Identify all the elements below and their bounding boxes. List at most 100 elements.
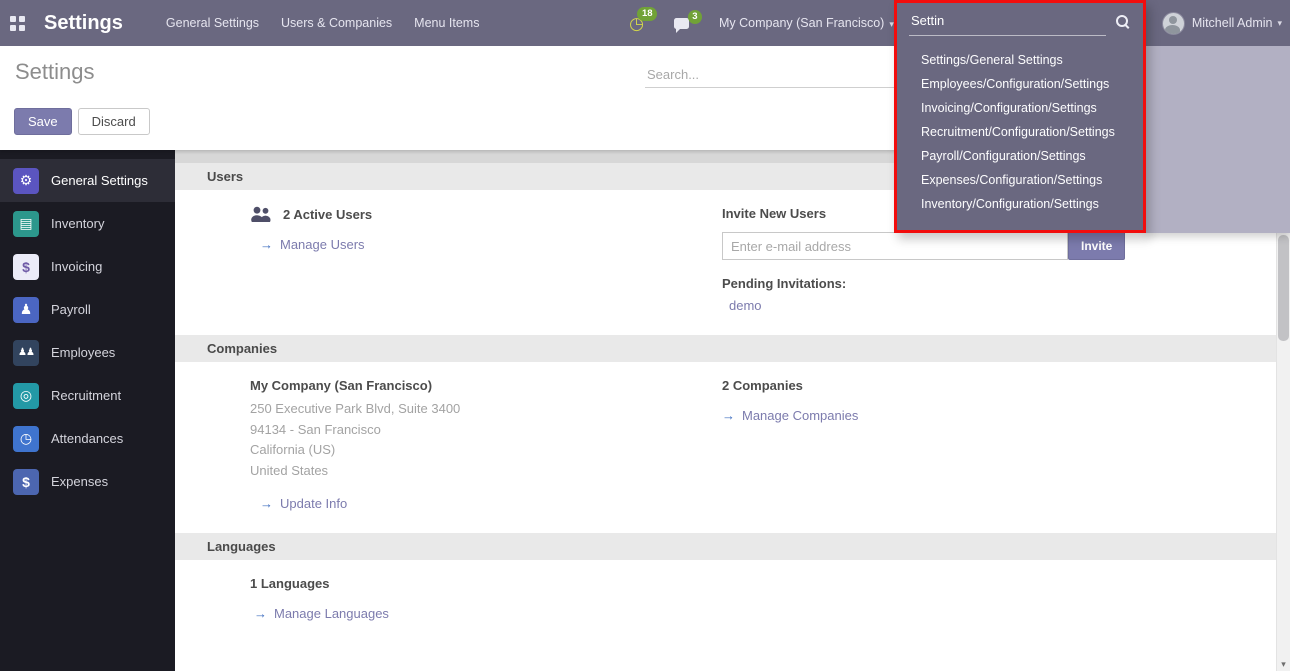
sidebar-item-employees[interactable]: ♟♟ Employees [0, 331, 175, 374]
apps-grid-square [19, 16, 25, 22]
odoo-settings-screen: Settings General Settings Users & Compan… [0, 0, 1290, 671]
sidebar-item-label: Employees [51, 345, 115, 360]
scrollbar-thumb[interactable] [1278, 235, 1289, 341]
search-result-item[interactable]: Inventory/Configuration/Settings [897, 192, 1143, 216]
arrow-right-icon: → [254, 606, 267, 621]
nav-item-users-companies[interactable]: Users & Companies [270, 10, 403, 36]
employees-group-icon: ♟♟ [13, 340, 39, 366]
activity-count-badge: 18 [637, 7, 657, 21]
arrow-right-icon: → [260, 237, 273, 252]
sidebar-item-recruitment[interactable]: ◎ Recruitment [0, 374, 175, 417]
sidebar-item-label: Attendances [51, 431, 123, 446]
address-line: United States [250, 461, 722, 482]
companies-count-block: 2 Companies → Manage Companies [722, 378, 1237, 511]
sidebar-item-label: Inventory [51, 216, 104, 231]
sidebar-item-attendances[interactable]: ◷ Attendances [0, 417, 175, 460]
company-switcher-label: My Company (San Francisco) [719, 16, 884, 30]
discard-button[interactable]: Discard [78, 108, 150, 135]
manage-languages-label: Manage Languages [274, 606, 389, 621]
menu-search-input[interactable] [909, 11, 1106, 36]
search-result-item[interactable]: Invoicing/Configuration/Settings [897, 96, 1143, 120]
sidebar-item-label: Payroll [51, 302, 91, 317]
apps-grid-square [10, 25, 16, 31]
message-count-badge: 3 [688, 10, 702, 24]
settings-sidebar: ⚙ General Settings ▤ Inventory $ Invoici… [0, 150, 175, 671]
menu-search-results: Settings/General Settings Employees/Conf… [897, 48, 1143, 216]
nav-item-general-settings[interactable]: General Settings [155, 10, 270, 36]
user-menu[interactable]: Mitchell Admin ▾ [1162, 12, 1282, 35]
company-address: 250 Executive Park Blvd, Suite 3400 9413… [250, 399, 722, 481]
payroll-person-icon: ♟ [13, 297, 39, 323]
chevron-down-icon: ▾ [1277, 18, 1282, 29]
save-button[interactable]: Save [14, 108, 72, 135]
sidebar-item-general-settings[interactable]: ⚙ General Settings [0, 159, 175, 202]
companies-section: Companies My Company (San Francisco) 250… [175, 335, 1277, 533]
address-line: California (US) [250, 440, 722, 461]
search-result-item[interactable]: Recruitment/Configuration/Settings [897, 120, 1143, 144]
sidebar-item-label: Invoicing [51, 259, 102, 274]
update-info-label: Update Info [280, 496, 347, 511]
company-switcher[interactable]: My Company (San Francisco)▾ [719, 16, 894, 30]
manage-users-link[interactable]: → Manage Users [250, 237, 365, 252]
menu-search-row [897, 3, 1143, 36]
company-info-block: My Company (San Francisco) 250 Executive… [250, 378, 722, 511]
sidebar-item-label: General Settings [51, 173, 148, 188]
page-title: Settings [15, 59, 95, 85]
chat-bubble-icon [674, 18, 689, 29]
recruitment-magnifier-icon: ◎ [13, 383, 39, 409]
user-name-label: Mitchell Admin [1192, 16, 1273, 30]
apps-grid-square [19, 25, 25, 31]
avatar [1162, 12, 1185, 35]
open-dropdown-panel [1146, 46, 1290, 233]
sidebar-item-inventory[interactable]: ▤ Inventory [0, 202, 175, 245]
sidebar-item-label: Expenses [51, 474, 108, 489]
languages-block: 1 Languages → Manage Languages [250, 576, 722, 621]
invite-email-input[interactable] [722, 232, 1068, 260]
companies-count: 2 Companies [722, 378, 1237, 393]
navbar-menu: General Settings Users & Companies Menu … [155, 10, 491, 36]
search-result-item[interactable]: Employees/Configuration/Settings [897, 72, 1143, 96]
address-line: 250 Executive Park Blvd, Suite 3400 [250, 399, 722, 420]
active-users-count: 2 Active Users [283, 207, 372, 222]
invoice-dollar-icon: $ [13, 254, 39, 280]
search-result-item[interactable]: Payroll/Configuration/Settings [897, 144, 1143, 168]
pending-user-demo-link[interactable]: demo [722, 298, 762, 313]
manage-companies-link[interactable]: → Manage Companies [722, 408, 858, 423]
control-panel-buttons: Save Discard [14, 108, 150, 135]
sidebar-item-payroll[interactable]: ♟ Payroll [0, 288, 175, 331]
app-title[interactable]: Settings [44, 12, 123, 35]
sidebar-item-invoicing[interactable]: $ Invoicing [0, 245, 175, 288]
arrow-right-icon: → [260, 496, 273, 511]
invite-button[interactable]: Invite [1068, 231, 1125, 260]
search-result-item[interactable]: Expenses/Configuration/Settings [897, 168, 1143, 192]
languages-section: Languages 1 Languages → Manage Languages [175, 533, 1277, 643]
expense-dollar-icon: $ [13, 469, 39, 495]
inventory-box-icon: ▤ [13, 211, 39, 237]
sidebar-item-expenses[interactable]: $ Expenses [0, 460, 175, 503]
attendance-clock-icon: ◷ [13, 426, 39, 452]
manage-languages-link[interactable]: → Manage Languages [250, 606, 389, 621]
search-result-item[interactable]: Settings/General Settings [897, 48, 1143, 72]
arrow-right-icon: → [722, 408, 735, 423]
activity-menu-button[interactable]: ◷ 18 [629, 15, 644, 32]
company-name: My Company (San Francisco) [250, 378, 722, 393]
users-group-icon [250, 206, 273, 222]
update-info-link[interactable]: → Update Info [250, 496, 347, 511]
search-icon [1116, 15, 1128, 27]
sidebar-item-label: Recruitment [51, 388, 121, 403]
nav-item-menu-items[interactable]: Menu Items [403, 10, 490, 36]
companies-section-title: Companies [175, 335, 1277, 362]
apps-menu-icon[interactable] [10, 16, 25, 31]
active-users-block: 2 Active Users → Manage Users [250, 206, 722, 313]
languages-section-title: Languages [175, 533, 1277, 560]
address-line: 94134 - San Francisco [250, 420, 722, 441]
manage-companies-label: Manage Companies [742, 408, 858, 423]
gear-icon: ⚙ [13, 168, 39, 194]
menu-search-dropdown: Settings/General Settings Employees/Conf… [894, 0, 1146, 233]
pending-invitations-label: Pending Invitations: [722, 276, 1237, 291]
apps-grid-square [10, 16, 16, 22]
languages-count: 1 Languages [250, 576, 722, 591]
manage-users-label: Manage Users [280, 237, 365, 252]
messages-menu-button[interactable]: 3 [674, 18, 689, 29]
scrollbar-down-arrow-icon[interactable]: ▾ [1277, 657, 1290, 671]
